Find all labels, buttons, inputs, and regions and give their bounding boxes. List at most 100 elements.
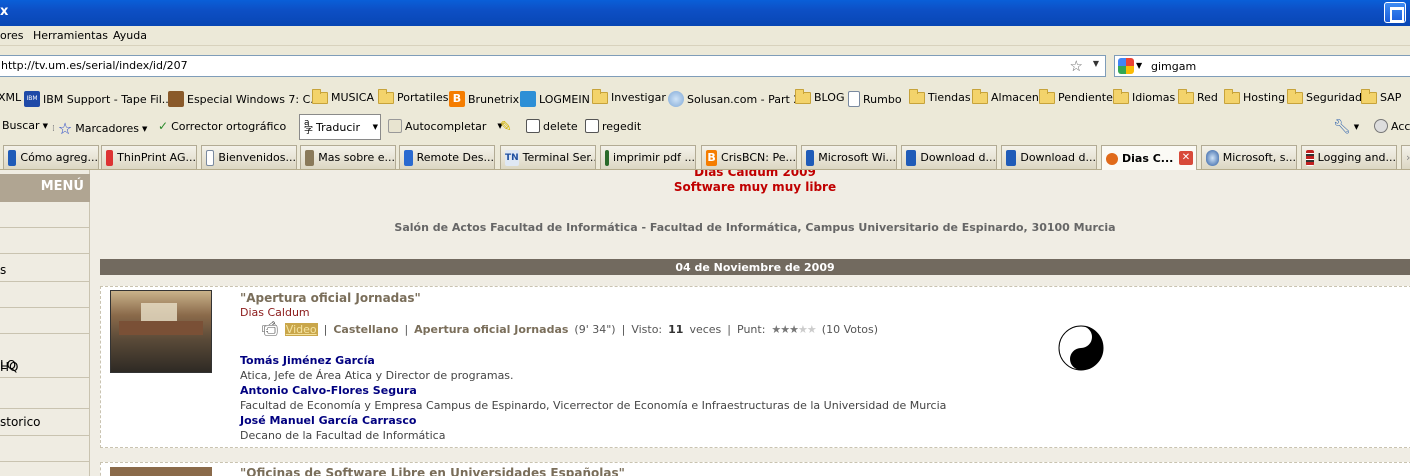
acc-button[interactable]: Acc — [1374, 119, 1410, 133]
speaker-desc: Decano de la Facultad de Informática — [240, 429, 446, 442]
bookmark-xml[interactable]: XML — [0, 91, 21, 104]
search-input[interactable]: gimgam — [1151, 60, 1196, 73]
bookmark-red[interactable]: Red — [1178, 88, 1218, 104]
star-filled-icon[interactable]: ★ — [789, 323, 799, 336]
tool-icon — [305, 149, 315, 166]
menu-item-herramientas-partial[interactable]: ores — [0, 29, 24, 42]
tab-dias-caldum[interactable]: Dias C... ✕ — [1101, 145, 1197, 171]
close-tab-icon[interactable]: ✕ — [1179, 151, 1193, 165]
star-empty-icon[interactable]: ★ — [798, 323, 808, 336]
google-icon[interactable] — [1118, 58, 1134, 74]
session-name[interactable]: Apertura oficial Jornadas — [414, 323, 568, 336]
speaker-desc: Facultad de Economía y Empresa Campus de… — [240, 399, 947, 412]
msdn-icon — [1006, 149, 1017, 166]
traducir-box[interactable]: a 字 Traducir ▼ — [299, 114, 381, 140]
regedit-button[interactable]: regedit — [585, 119, 641, 133]
tab-microsoft-wi[interactable]: Microsoft Wi... — [801, 145, 897, 169]
chevron-right-icon: › — [1406, 151, 1410, 164]
bookmark-portatiles[interactable]: Portatiles — [378, 88, 448, 104]
bookmark-idiomas[interactable]: Idiomas — [1113, 88, 1175, 104]
tab-imprimir-pdf[interactable]: imprimir pdf ... — [600, 145, 696, 169]
bookmark-investigar[interactable]: Investigar — [592, 88, 666, 104]
speaker-2: Antonio Calvo-Flores Segura Facultad de … — [240, 384, 946, 412]
grid-icon — [605, 149, 610, 166]
bookmark-logmein[interactable]: LOGMEIN — [520, 91, 590, 107]
maximize-button[interactable] — [1384, 2, 1406, 23]
bookmark-star-icon[interactable]: ☆ — [1070, 57, 1083, 75]
sidebar-item[interactable] — [0, 436, 90, 462]
tab-bienvenidos[interactable]: Bienvenidos... — [201, 145, 297, 169]
session-thumbnail[interactable] — [110, 467, 212, 476]
bookmark-musica[interactable]: MUSICA — [312, 88, 374, 104]
chevron-down-icon[interactable]: ▼ — [373, 123, 378, 131]
session-thumbnail[interactable] — [110, 290, 212, 373]
video-camera-icon: 📹︎ — [261, 321, 279, 337]
search-engine-dropdown-icon[interactable]: ▼ — [1136, 61, 1142, 70]
bookmark-almacen[interactable]: Almacen — [972, 88, 1039, 104]
tab-download-2[interactable]: Download d... — [1001, 145, 1097, 169]
tab-remote-des[interactable]: Remote Des... — [399, 145, 495, 169]
menu-item-ayuda[interactable]: Ayuda — [113, 29, 147, 42]
tools-button[interactable]: 🔧︎ ▼ — [1333, 119, 1359, 135]
sidebar-item[interactable] — [0, 282, 90, 308]
bookmark-brunetrix[interactable]: B Brunetrix — [449, 91, 519, 107]
bookmark-sap[interactable]: SAP — [1361, 88, 1401, 104]
sidebar-item[interactable] — [0, 228, 90, 254]
bookmark-windows7[interactable]: Especial Windows 7: C... — [168, 91, 321, 107]
search-box[interactable]: ▼ gimgam — [1114, 55, 1410, 77]
bookmark-ibm[interactable]: IBM IBM Support - Tape Fil... — [24, 91, 172, 107]
logmein-icon — [520, 91, 536, 107]
speaker-name[interactable]: Antonio Calvo-Flores Segura — [240, 384, 946, 397]
separator: | — [323, 322, 328, 336]
folder-icon — [312, 88, 328, 104]
tab-terminal-ser[interactable]: TN Terminal Ser... — [500, 145, 596, 169]
bookmark-blog[interactable]: BLOG — [795, 88, 844, 104]
bookmark-rumbo[interactable]: Rumbo — [848, 91, 902, 107]
rating-stars[interactable]: ★★★★★ — [771, 323, 817, 336]
corrector-button[interactable]: ✓ Corrector ortográfico — [158, 119, 286, 133]
sidebar-item-historico[interactable]: storico — [0, 408, 90, 436]
delete-button[interactable]: delete — [526, 119, 578, 133]
window-titlebar: x — [0, 0, 1410, 26]
bookmark-solusan[interactable]: Solusan.com - Part 2 — [668, 91, 800, 107]
tab-como-agreg[interactable]: Cómo agreg... — [3, 145, 99, 169]
speaker-name[interactable]: José Manuel García Carrasco — [240, 414, 445, 427]
sidebar-item[interactable] — [0, 308, 90, 334]
session-card: "Apertura oficial Jornadas" Dias Caldum … — [100, 286, 1410, 448]
traducir-button[interactable]: a 字 Traducir — [304, 119, 360, 136]
tn-icon: TN — [505, 149, 519, 166]
tab-thinprint[interactable]: ThinPrint AG... — [101, 145, 197, 169]
bookmark-pendiente[interactable]: Pendiente — [1039, 88, 1113, 104]
page-icon — [1106, 152, 1118, 165]
speaker-name[interactable]: Tomás Jiménez García — [240, 354, 514, 367]
sidebar-item[interactable] — [0, 202, 90, 228]
chevron-down-icon: ▼ — [1353, 123, 1360, 131]
bookmark-hosting[interactable]: Hosting — [1224, 88, 1285, 104]
bookmark-seguridad[interactable]: Seguridad — [1287, 88, 1362, 104]
video-link[interactable]: Video — [284, 322, 318, 336]
script-icon — [526, 119, 540, 133]
tab-mas-sobre[interactable]: Mas sobre e... — [300, 145, 396, 169]
buscar-button[interactable]: Buscar ▼ — [2, 119, 48, 132]
highlighter-button[interactable]: ✎ — [500, 119, 512, 135]
url-bar[interactable]: http://tv.um.es/serial/index/id/207 ☆ ▼ — [0, 55, 1106, 77]
star-empty-icon[interactable]: ★ — [807, 323, 817, 336]
sidebar-item-lq[interactable]: LQ — [0, 354, 90, 378]
separator: | — [621, 322, 626, 336]
url-dropdown-icon[interactable]: ▼ — [1093, 59, 1099, 68]
sidebar-item[interactable]: s — [0, 254, 90, 282]
menu-item-herramientas[interactable]: Herramientas — [33, 29, 108, 42]
tab-crisbcn[interactable]: B CrisBCN: Pe... — [701, 145, 797, 169]
spellcheck-icon: ✓ — [158, 119, 169, 133]
session-title[interactable]: "Oficinas de Software Libre en Universid… — [240, 466, 625, 476]
bookmark-tiendas[interactable]: Tiendas — [909, 88, 971, 104]
star-filled-icon[interactable]: ★ — [780, 323, 790, 336]
session-title[interactable]: "Apertura oficial Jornadas" — [240, 291, 421, 305]
autocompletar-button[interactable]: Autocompletar ▼ — [388, 119, 503, 133]
tab-logging[interactable]: Logging and... — [1301, 145, 1397, 169]
tab-microsoft-s[interactable]: Microsoft, s... — [1201, 145, 1297, 169]
tab-download-1[interactable]: Download d... — [901, 145, 997, 169]
tab-scroll-right[interactable]: › — [1401, 145, 1410, 169]
marcadores-button[interactable]: ⁞ ☆ Marcadores ▼ — [52, 119, 147, 138]
star-filled-icon[interactable]: ★ — [771, 323, 781, 336]
